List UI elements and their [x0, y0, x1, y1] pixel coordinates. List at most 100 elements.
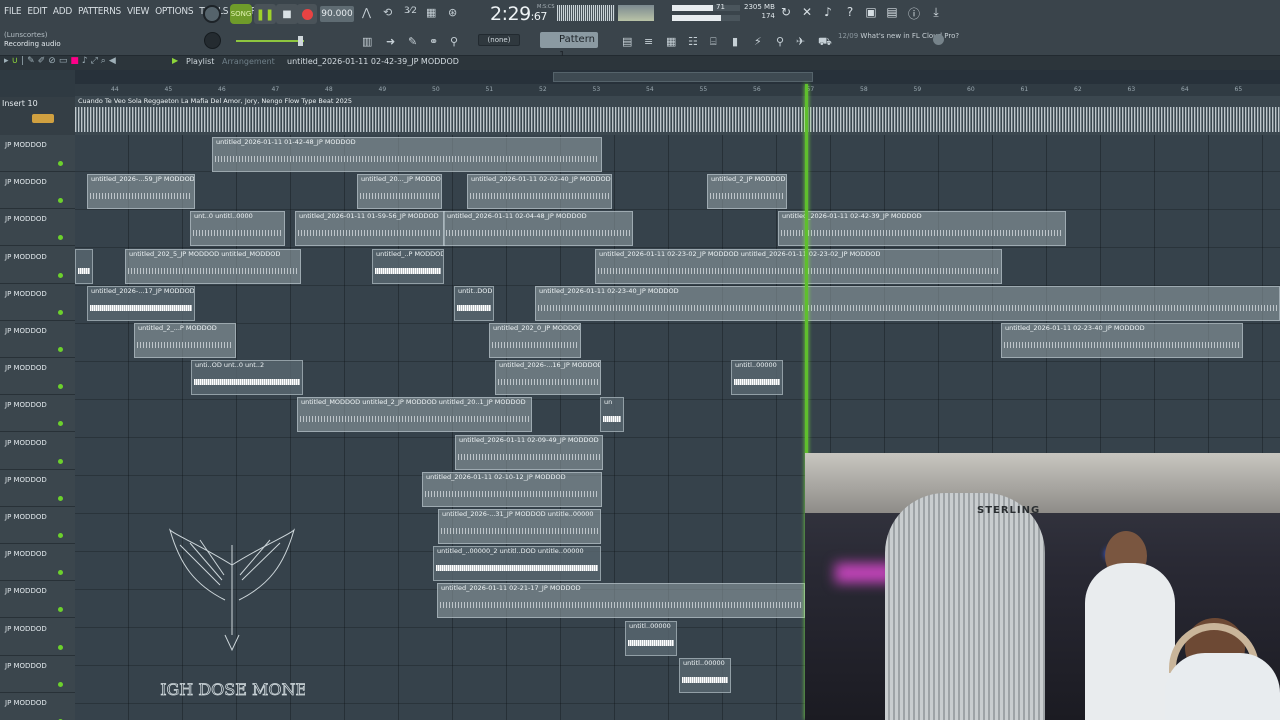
- plug-icon[interactable]: ⚡: [754, 35, 762, 48]
- lock-icon[interactable]: [32, 114, 54, 123]
- track-header[interactable]: JP MODDOD: [0, 209, 75, 247]
- overview-window[interactable]: [553, 72, 813, 82]
- track-mute-led[interactable]: [58, 681, 63, 687]
- download-icon[interactable]: ⤓: [928, 5, 944, 20]
- track-mute-led[interactable]: [58, 607, 63, 613]
- audio-clip[interactable]: untitled_2026-...31_JP MODDOD untitle..0…: [438, 509, 601, 544]
- touch-controller-icon[interactable]: ⚲: [776, 35, 784, 48]
- track-header[interactable]: JP MODDOD: [0, 358, 75, 396]
- song-mode-button[interactable]: SONG: [230, 4, 252, 24]
- master-volume-slider[interactable]: [236, 36, 304, 46]
- track-mute-led[interactable]: [58, 458, 63, 464]
- paint-icon[interactable]: ✐: [38, 56, 46, 66]
- slip-icon[interactable]: ■: [70, 56, 79, 66]
- track-mute-led[interactable]: [58, 495, 63, 501]
- audio-clip[interactable]: untitled_202_0_JP MODDOD: [489, 323, 581, 358]
- track-header[interactable]: JP MODDOD: [0, 619, 75, 656]
- track-mute-led[interactable]: [58, 570, 63, 576]
- audio-clip[interactable]: untitled_2026-...59_JP MODDOD: [87, 174, 195, 210]
- pattern-selector-none[interactable]: (none): [478, 34, 520, 46]
- globe-icon[interactable]: [933, 34, 944, 45]
- track-mute-led[interactable]: [58, 235, 63, 241]
- audio-clip[interactable]: untitled_2026-01-11 02-23-40_JP MODDOD: [535, 285, 1280, 321]
- info-icon[interactable]: ⓘ: [906, 5, 922, 22]
- track-header[interactable]: JP MODDOD: [0, 284, 75, 321]
- playlist-play-icon[interactable]: ▶: [172, 56, 178, 65]
- help-icon[interactable]: ?: [842, 5, 858, 19]
- audio-clip[interactable]: untitled_..00000_2 untitl..DOD untitle..…: [433, 546, 601, 582]
- piano-roll-view-icon[interactable]: ▦: [666, 35, 676, 48]
- audio-clip[interactable]: unt..0 untitl..0000: [190, 211, 285, 247]
- track-mute-led[interactable]: [58, 421, 63, 427]
- link-icon[interactable]: ⚭: [429, 35, 438, 48]
- audio-clip[interactable]: untitled_2026-01-11 01-59-56_JP MODDOD: [295, 211, 445, 247]
- audio-clip[interactable]: untitl..00000: [731, 360, 783, 396]
- audio-clip[interactable]: untitl..00000: [679, 657, 731, 693]
- track-mute-led[interactable]: [58, 272, 63, 278]
- step-edit-icon[interactable]: 3⁄2: [404, 6, 417, 16]
- audio-clip[interactable]: untit..DOD: [454, 285, 494, 321]
- track-mute-led[interactable]: [58, 347, 63, 352]
- tools-icon[interactable]: ✕: [799, 5, 815, 19]
- audio-clip[interactable]: untitled_2026-01-11 02-09-49_JP MODDOD: [455, 434, 603, 470]
- track-header[interactable]: JP MODDOD: [0, 433, 75, 470]
- audio-clip[interactable]: untitled_2026-01-11 02-21-17_JP MODDOD: [437, 583, 805, 619]
- audio-clip[interactable]: untitled_2026-01-11 01-42-48_JP MODDOD: [212, 137, 602, 172]
- stamp-icon[interactable]: ⚲: [450, 35, 458, 48]
- timeline-ruler[interactable]: 44 45 46 47 48 49 50 51 52 53 54 55 56 57 58 59 60 61 62 63…: [75, 84, 1280, 96]
- select-icon[interactable]: ⤢: [91, 56, 98, 66]
- audio-clip[interactable]: untitled_202_5_JP MODDOD untitled_MODDOD: [125, 248, 301, 284]
- shop-icon[interactable]: ⛟: [818, 35, 832, 50]
- menu-file[interactable]: FILE: [4, 6, 22, 17]
- audio-clip[interactable]: un: [600, 397, 624, 433]
- track-mute-led[interactable]: [58, 384, 63, 390]
- audio-clip-track[interactable]: Cuando Te Veo Sola Reggaeton La Mafia De…: [75, 96, 1280, 135]
- brush-icon[interactable]: ✎: [408, 35, 417, 48]
- track-header[interactable]: JP MODDOD: [0, 693, 75, 720]
- arrangement-breadcrumb[interactable]: Arrangement: [222, 57, 275, 66]
- pencil-icon[interactable]: ✎: [27, 56, 35, 66]
- record-button[interactable]: [297, 4, 317, 24]
- render-icon[interactable]: ▤: [884, 5, 900, 19]
- audio-clip[interactable]: untitled_2026-01-11 02-02-40_JP MODDOD: [467, 174, 612, 210]
- track-mute-led[interactable]: [58, 309, 63, 315]
- play-button[interactable]: ❚❚: [254, 4, 276, 24]
- mute-icon[interactable]: ▭: [59, 56, 68, 66]
- plugin-picker-icon[interactable]: ▮: [732, 35, 738, 48]
- snap-icon[interactable]: ⊛: [448, 6, 457, 19]
- typing-keyboard-icon[interactable]: ▦: [426, 6, 436, 19]
- audio-clip[interactable]: untitled_2_...P MODDOD: [134, 323, 236, 358]
- playback-icon[interactable]: ◀: [109, 56, 116, 66]
- channel-rack-view-icon[interactable]: ☷: [688, 35, 698, 48]
- audio-clip[interactable]: untitled_2026-01-11 02-10-12_JP MODDOD: [422, 471, 602, 507]
- audio-clip[interactable]: untitl..00000: [625, 620, 677, 656]
- audio-clip[interactable]: untitled_20..._JP MODDOD: [357, 174, 442, 210]
- track-header[interactable]: JP MODDOD: [0, 135, 75, 172]
- playlist-icon[interactable]: ▤: [622, 35, 632, 48]
- slice-icon[interactable]: ♪: [82, 56, 88, 66]
- track-header[interactable]: JP MODDOD: [0, 321, 75, 358]
- stop-button[interactable]: ■: [276, 4, 298, 24]
- master-pitch-knob[interactable]: [203, 5, 221, 23]
- insert-track-header[interactable]: Insert 10: [0, 97, 75, 135]
- arrow-right-icon[interactable]: ▸: [4, 56, 9, 66]
- audio-clip[interactable]: [75, 248, 93, 284]
- audio-clip[interactable]: untitled_2026-...17_JP MODDOD: [87, 285, 195, 321]
- audio-clip[interactable]: untitled_MODDOD untitled_2_JP MODDOD unt…: [297, 397, 532, 433]
- track-header[interactable]: JP MODDOD: [0, 470, 75, 507]
- audio-clip[interactable]: untitled_..P MODDOD: [372, 248, 444, 284]
- track-mute-led[interactable]: [58, 161, 63, 166]
- track-header[interactable]: JP MODDOD: [0, 507, 75, 544]
- delete-icon[interactable]: ⊘: [48, 56, 56, 66]
- menu-options[interactable]: OPTIONS: [155, 6, 193, 17]
- master-volume-knob[interactable]: [204, 32, 221, 49]
- metronome-icon[interactable]: ⋀: [362, 6, 371, 19]
- track-header[interactable]: JP MODDOD: [0, 172, 75, 210]
- track-header[interactable]: JP MODDOD: [0, 395, 75, 433]
- menu-view[interactable]: VIEW: [127, 6, 149, 17]
- menu-add[interactable]: ADD: [53, 6, 72, 17]
- track-mute-led[interactable]: [58, 644, 63, 650]
- audio-clip[interactable]: unti..OD unt..0 unt..2: [191, 360, 303, 396]
- audio-clip[interactable]: untitled_2026-01-11 02-42-39_JP MODDOD: [778, 211, 1066, 247]
- track-mute-led[interactable]: [58, 198, 63, 204]
